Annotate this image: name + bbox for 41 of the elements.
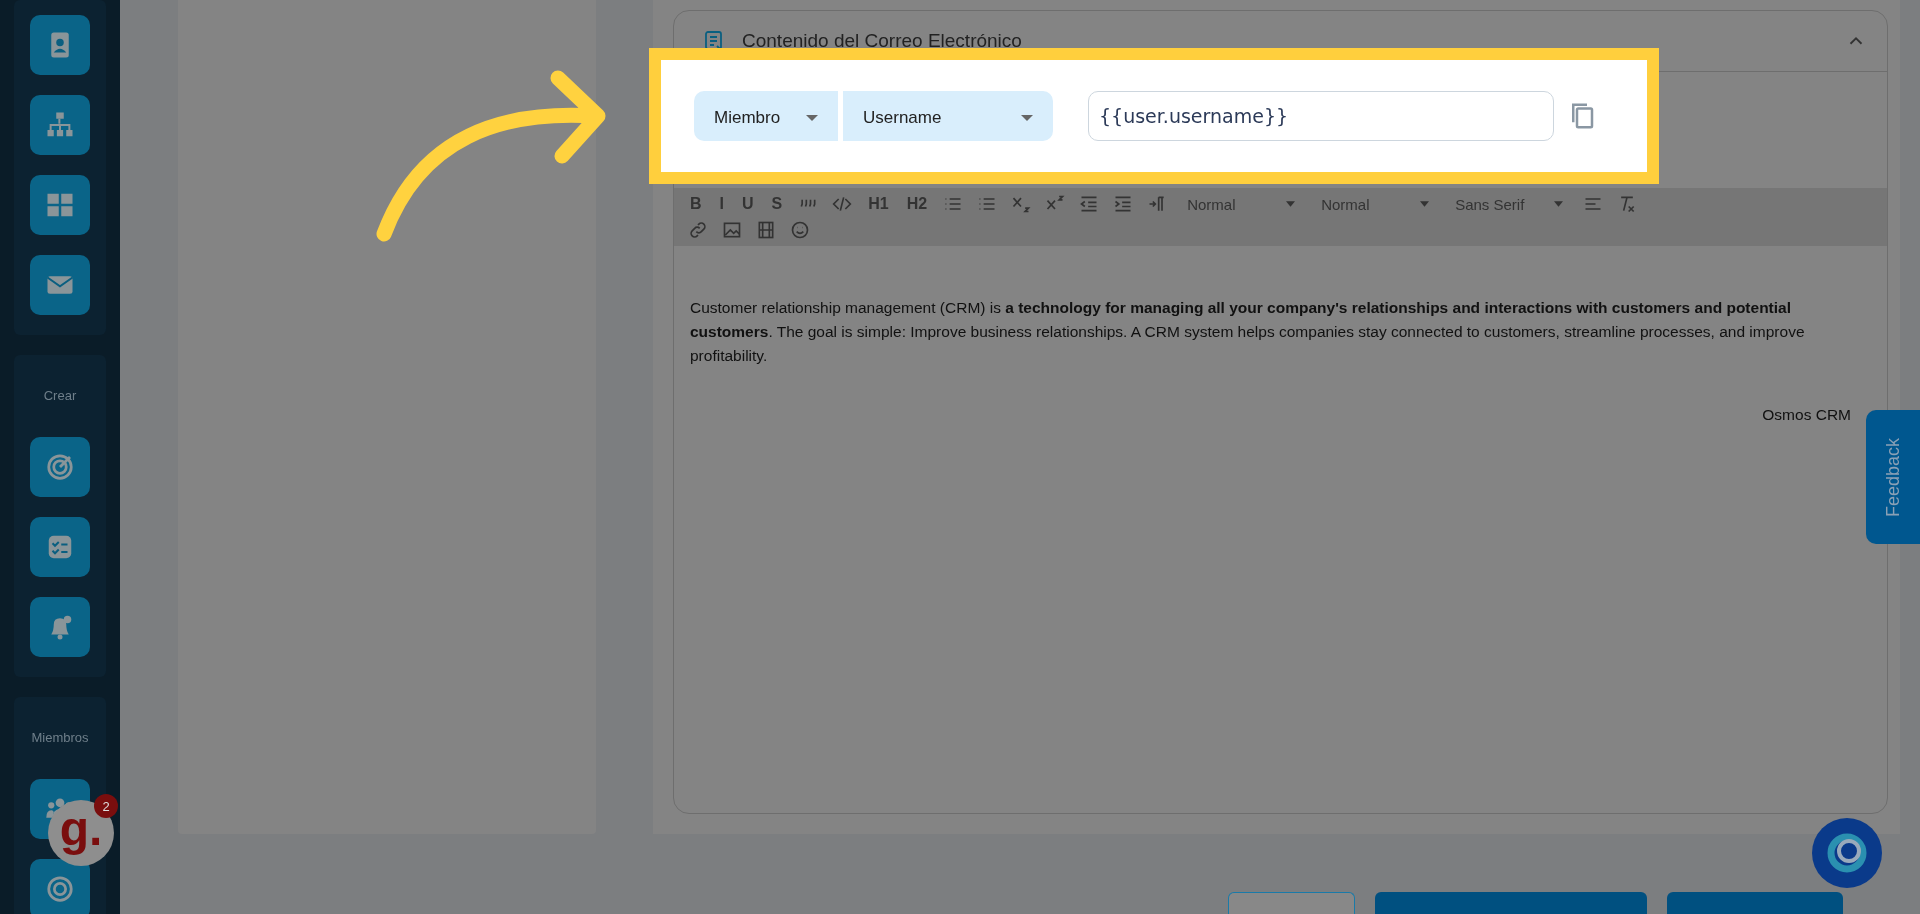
group-title: Miembros bbox=[31, 730, 89, 745]
image-icon[interactable] bbox=[722, 220, 742, 240]
emoji-icon[interactable] bbox=[790, 220, 810, 240]
code-icon[interactable] bbox=[832, 194, 853, 214]
format-button[interactable]: I bbox=[717, 195, 726, 213]
panel-title: Contenido del Correo Electrónico bbox=[742, 30, 1023, 52]
format-select[interactable]: Sans Serif bbox=[1449, 194, 1570, 214]
group-title: Crear bbox=[43, 388, 77, 403]
sidebar-item[interactable] bbox=[30, 437, 90, 497]
video-icon[interactable] bbox=[756, 220, 776, 240]
indent-icon[interactable] bbox=[1113, 194, 1134, 214]
caret-icon bbox=[1286, 201, 1296, 207]
outdent-icon[interactable] bbox=[1079, 194, 1100, 214]
field-dropdown[interactable]: Username bbox=[843, 91, 1053, 141]
feedback-tab[interactable]: Feedback bbox=[1866, 410, 1920, 544]
chat-icon[interactable] bbox=[1812, 818, 1882, 888]
signature: Osmos CRM bbox=[1762, 406, 1851, 424]
sidebar-item[interactable] bbox=[30, 15, 90, 75]
sidebar-item[interactable] bbox=[30, 597, 90, 657]
format-select[interactable]: Normal bbox=[1315, 194, 1436, 214]
sidebar-item[interactable] bbox=[30, 859, 90, 914]
link-icon[interactable] bbox=[688, 220, 708, 240]
caret-icon bbox=[806, 115, 818, 121]
ring-icon bbox=[45, 874, 75, 904]
caret-icon bbox=[1021, 115, 1033, 121]
sidebar-item[interactable] bbox=[30, 255, 90, 315]
caret-icon bbox=[1554, 201, 1564, 207]
format-select[interactable]: Normal bbox=[1181, 194, 1302, 214]
entity-dropdown[interactable]: Miembro bbox=[694, 91, 838, 141]
token-field[interactable]: {{user.username}} bbox=[1088, 91, 1554, 141]
caret-icon bbox=[1420, 201, 1430, 207]
sidebar-item[interactable] bbox=[30, 517, 90, 577]
email-body: Customer relationship management (CRM) is a technology for managing all your company's relationships and interactions with customers and potential customers. The goal is simple: Improve business relationships. A CRM system helps companies stay connected to customers, streamline processes, and improve profitability. bbox=[690, 298, 1806, 366]
target-icon bbox=[45, 452, 75, 482]
format-button[interactable]: S bbox=[769, 195, 785, 213]
format-button[interactable]: U bbox=[740, 195, 756, 213]
format-button[interactable]: H1 bbox=[866, 195, 891, 213]
sidebar-item[interactable] bbox=[30, 175, 90, 235]
format-button[interactable]: H2 bbox=[904, 195, 930, 213]
sidebar-item[interactable] bbox=[30, 95, 90, 155]
format-button[interactable]: B bbox=[688, 195, 704, 213]
